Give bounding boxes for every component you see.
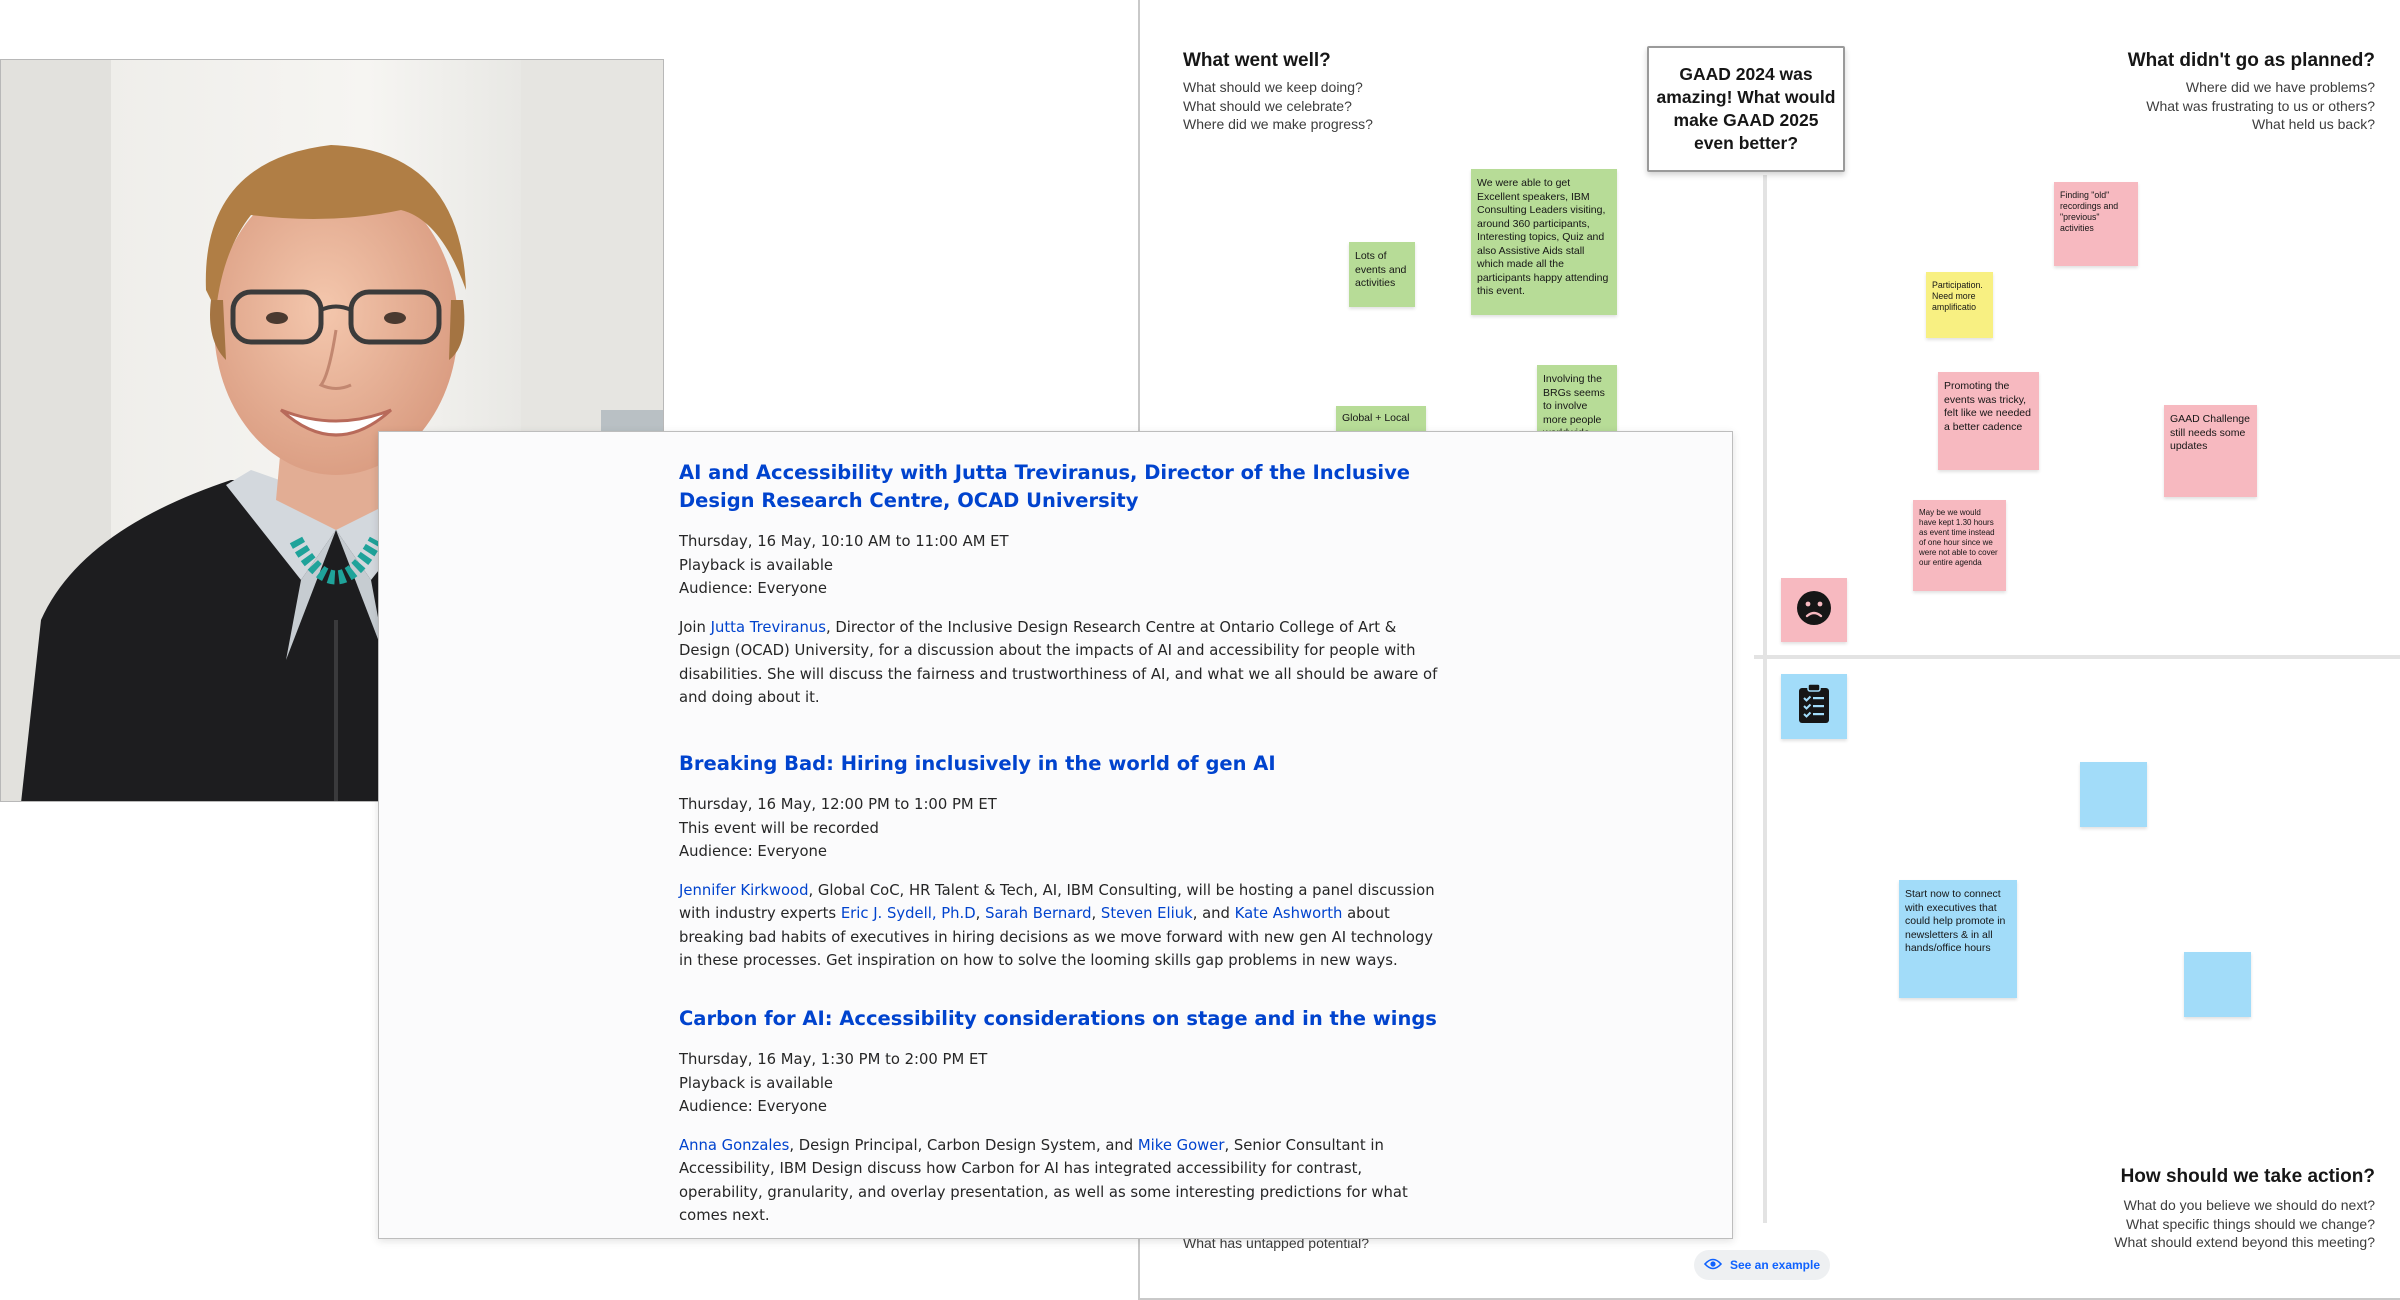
went-well-title: What went well? [1183,50,1331,71]
sad-sticker[interactable] [1781,578,1847,642]
sticky-note[interactable]: We were able to get Excellent speakers, … [1471,169,1617,315]
description-text: , and [1192,905,1235,922]
event-item: Breaking Bad: Hiring inclusively in the … [679,750,1439,973]
sticky-note[interactable]: Global + Local [1336,406,1426,432]
event-meta: Thursday, 16 May, 10:10 AM to 11:00 AM E… [679,530,1439,601]
sticky-note[interactable]: May be we would have kept 1.30 hours as … [1913,500,2006,591]
event-audience: Audience: Everyone [679,843,827,860]
sad-face-icon [1795,589,1833,632]
description-text: , [1091,905,1101,922]
event-recording-status: Playback is available [679,1074,834,1092]
event-datetime: Thursday, 16 May, 1:30 PM to 2:00 PM ET [679,1051,988,1068]
prompt: What specific things should we change? [2125,1215,2375,1232]
person-link[interactable]: Kate Ashworth [1235,905,1343,922]
event-meta: Thursday, 16 May, 1:30 PM to 2:00 PM ET … [679,1048,1439,1119]
sticky-note[interactable]: Finding "old" recordings and "previous" … [2054,182,2138,266]
prompt: Where did we make progress? [1183,116,1373,132]
take-action-title: How should we take action? [2120,1166,2375,1187]
sticky-note[interactable]: Start now to connect with executives tha… [1899,880,2017,998]
sticky-note[interactable]: Promoting the events was tricky, felt li… [1938,372,2039,470]
prompt: What should we celebrate? [1183,97,1352,114]
central-question-card[interactable]: GAAD 2024 was amazing! What would make G… [1647,46,1845,172]
prompt: What do you believe we should do next? [2123,1197,2375,1213]
description-text: , [975,905,986,922]
event-recording-status: Playback is available [679,556,834,574]
person-link[interactable]: Mike Gower [1138,1137,1225,1154]
sticky-note[interactable]: Involving the BRGs seems to involve more… [1537,365,1617,431]
went-well-prompts: What should we keep doing? What should w… [1183,78,1373,134]
sticky-note[interactable]: GAAD Challenge still needs some updates [2164,405,2257,497]
event-title-link[interactable]: Breaking Bad: Hiring inclusively in the … [679,750,1439,778]
person-link[interactable]: Jennifer Kirkwood [679,882,809,899]
sticky-note-empty[interactable] [2184,952,2251,1017]
event-item: Carbon for AI: Accessibility considerati… [679,1005,1439,1228]
event-datetime: Thursday, 16 May, 12:00 PM to 1:00 PM ET [679,796,997,813]
event-datetime: Thursday, 16 May, 10:10 AM to 11:00 AM E… [679,533,1009,550]
person-link[interactable]: Steven Eliuk [1101,905,1193,922]
see-example-button[interactable]: See an example [1694,1250,1830,1280]
prompt: Where did we have problems? [2185,79,2375,95]
sticky-note[interactable]: Lots of events and activities [1349,242,1415,307]
person-link[interactable]: Jutta Treviranus [711,619,826,636]
see-example-label: See an example [1729,1258,1821,1272]
description-text: , Design Principal, Carbon Design System… [789,1136,1138,1154]
prompt: What held us back? [2252,116,2375,132]
event-title-link[interactable]: AI and Accessibility with Jutta Treviran… [679,459,1439,515]
event-description: Jennifer Kirkwood, Global CoC, HR Talent… [679,879,1439,973]
event-title-link[interactable]: Carbon for AI: Accessibility considerati… [679,1005,1439,1033]
take-action-prompts: What do you believe we should do next? W… [2114,1196,2375,1252]
event-meta: Thursday, 16 May, 12:00 PM to 1:00 PM ET… [679,793,1439,864]
event-item: AI and Accessibility with Jutta Treviran… [679,459,1439,710]
events-listing-page: AI and Accessibility with Jutta Treviran… [378,431,1733,1239]
horizontal-divider [1754,655,2400,659]
eye-icon [1703,1258,1723,1273]
event-audience: Audience: Everyone [679,580,827,597]
person-link[interactable]: Anna Gonzales [679,1137,789,1154]
event-recording-status: This event will be recorded [679,819,879,837]
person-link[interactable]: Sarah Bernard [985,905,1091,922]
not-planned-prompts: Where did we have problems? What was fru… [2146,78,2375,134]
sticky-note[interactable]: Participation. Need more amplificatio [1926,272,1993,338]
prompt: What should extend beyond this meeting? [2114,1234,2375,1250]
prompt: What was frustrating to us or others? [2146,97,2375,114]
description-text: Join [679,618,711,636]
clipboard-checklist-icon [1797,683,1831,730]
event-description: Anna Gonzales, Design Principal, Carbon … [679,1134,1439,1228]
vertical-divider [1763,175,1767,1223]
person-link[interactable]: Eric J. Sydell, Ph.D [841,905,976,922]
event-audience: Audience: Everyone [679,1098,827,1115]
sticky-note-empty[interactable] [2080,762,2147,827]
prompt: What should we keep doing? [1183,79,1363,95]
checklist-sticker[interactable] [1781,674,1847,739]
event-description: Join Jutta Treviranus, Director of the I… [679,616,1439,710]
not-planned-title: What didn't go as planned? [2127,50,2375,71]
